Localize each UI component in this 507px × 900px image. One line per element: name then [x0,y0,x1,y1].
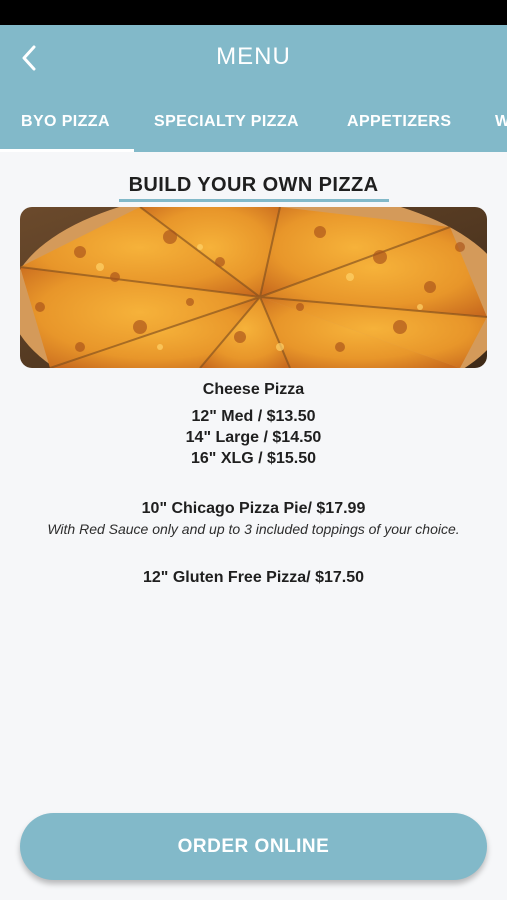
section-title: BUILD YOUR OWN PIZZA [0,174,507,202]
cheese-pizza-image [20,207,487,368]
tab-specialty-pizza[interactable]: SPECIALTY PIZZA [154,113,299,131]
order-online-button[interactable]: ORDER ONLINE [20,813,487,880]
price-line: 16" XLG / $15.50 [191,450,316,467]
app-header: MENU BYO PIZZA SPECIALTY PIZZA APPETIZER… [0,25,507,152]
gluten-free-pizza-title: 12" Gluten Free Pizza/ $17.50 [142,569,365,586]
section-title-underline [119,199,389,202]
active-tab-indicator [0,149,134,152]
price-line: 14" Large / $14.50 [185,429,322,446]
price-line: 12" Med / $13.50 [191,408,316,425]
tab-partial[interactable]: W [495,113,507,131]
page-title: MENU [216,43,291,70]
cheese-pizza-title: Cheese Pizza [202,381,305,398]
chicago-pizza-note: With Red Sauce only and up to 3 included… [47,521,460,537]
chicago-pizza-title: 10" Chicago Pizza Pie/ $17.99 [141,500,366,517]
tab-byo-pizza[interactable]: BYO PIZZA [21,113,110,131]
status-bar [0,0,507,25]
tab-appetizers[interactable]: APPETIZERS [347,113,451,131]
menu-tabs: BYO PIZZA SPECIALTY PIZZA APPETIZERS W [0,105,507,152]
